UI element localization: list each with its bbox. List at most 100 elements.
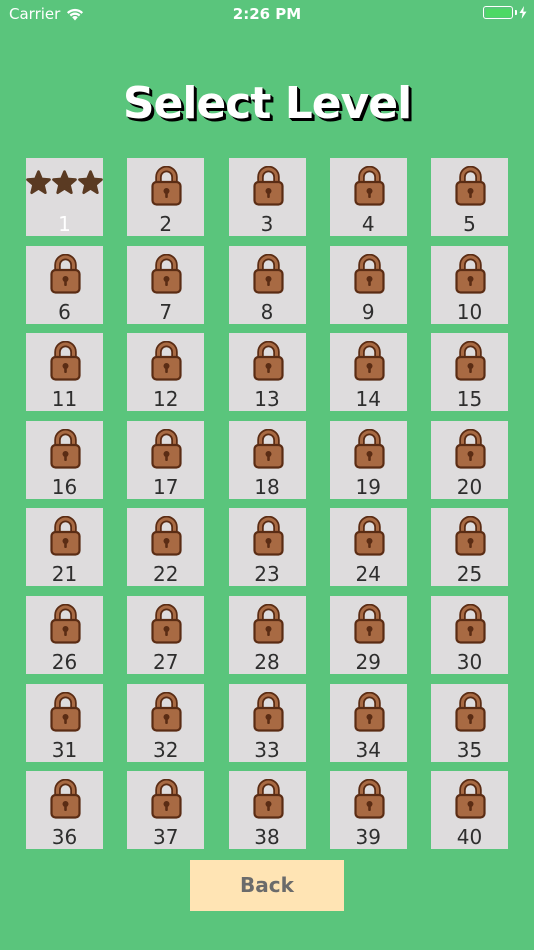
lock-icon (455, 603, 486, 644)
level-tile-8[interactable]: 8 (228, 245, 306, 324)
level-grid: 1 2 3 4 5 6 7 8 9 10 11 12 13 14 15 16 17 18 19 20 21 22 23 24 2… (26, 158, 508, 850)
lock-icon (50, 603, 81, 644)
level-tile-11[interactable]: 11 (26, 333, 103, 412)
level-tile-7[interactable]: 7 (127, 245, 205, 324)
level-tile-10[interactable]: 10 (431, 245, 508, 324)
level-tile-31[interactable]: 31 (26, 683, 103, 762)
lock-icon (151, 341, 182, 381)
lock-icon (252, 603, 284, 644)
level-number: 7 (159, 299, 173, 324)
level-tile-6[interactable]: 6 (26, 245, 103, 324)
lock-icon (354, 516, 385, 556)
level-tile-29[interactable]: 29 (329, 595, 407, 674)
battery-icon (483, 6, 513, 19)
level-tile-38[interactable]: 38 (228, 771, 306, 850)
level-number: 33 (254, 737, 280, 762)
level-number: 8 (260, 299, 274, 324)
lock-icon (151, 691, 182, 732)
level-tile-35[interactable]: 35 (431, 683, 508, 762)
level-number: 15 (456, 387, 483, 412)
level-tile-16[interactable]: 16 (26, 420, 103, 499)
level-tile-22[interactable]: 22 (127, 508, 205, 587)
level-number: 11 (51, 387, 78, 412)
level-tile-1[interactable]: 1 (26, 158, 103, 236)
lock-icon (252, 428, 284, 469)
level-tile-4[interactable]: 4 (329, 158, 407, 236)
charging-bolt-icon (519, 6, 527, 19)
lock-icon (151, 253, 182, 294)
level-number: 30 (456, 649, 483, 674)
level-number: 18 (254, 474, 280, 499)
level-tile-15[interactable]: 15 (431, 333, 508, 412)
level-number: 1 (58, 212, 71, 236)
lock-icon (354, 428, 385, 469)
lock-icon (50, 253, 81, 294)
level-tile-27[interactable]: 27 (127, 595, 205, 674)
back-button[interactable]: Back (190, 860, 344, 911)
level-number: 2 (159, 212, 173, 236)
level-number: 9 (361, 299, 375, 324)
level-tile-30[interactable]: 30 (431, 595, 508, 674)
lock-icon (455, 341, 486, 381)
lock-icon (50, 341, 81, 381)
level-tile-21[interactable]: 21 (26, 508, 103, 587)
level-tile-5[interactable]: 5 (431, 158, 508, 236)
level-number: 34 (355, 737, 381, 762)
lock-icon (151, 603, 182, 644)
lock-icon (252, 779, 284, 819)
level-number: 29 (355, 649, 381, 674)
lock-icon (50, 428, 81, 469)
level-tile-40[interactable]: 40 (431, 771, 508, 850)
level-number: 31 (51, 737, 78, 762)
level-number: 5 (463, 212, 476, 236)
level-tile-3[interactable]: 3 (228, 158, 306, 236)
lock-icon (252, 516, 284, 556)
lock-icon (455, 779, 486, 819)
star-icon (52, 170, 77, 195)
level-tile-17[interactable]: 17 (127, 420, 205, 499)
level-tile-25[interactable]: 25 (431, 508, 508, 587)
level-tile-2[interactable]: 2 (127, 158, 205, 236)
level-tile-33[interactable]: 33 (228, 683, 306, 762)
lock-icon (354, 779, 385, 819)
level-tile-24[interactable]: 24 (329, 508, 407, 587)
level-number: 40 (456, 825, 483, 850)
lock-icon (151, 516, 182, 556)
level-tile-9[interactable]: 9 (329, 245, 407, 324)
level-tile-19[interactable]: 19 (329, 420, 407, 499)
level-number: 21 (51, 562, 78, 587)
level-number: 38 (254, 825, 280, 850)
level-number: 14 (355, 387, 381, 412)
level-tile-12[interactable]: 12 (127, 333, 205, 412)
lock-icon (354, 253, 385, 294)
lock-icon (50, 691, 81, 732)
lock-icon (252, 691, 284, 732)
level-tile-36[interactable]: 36 (26, 771, 103, 850)
level-number: 10 (456, 299, 483, 324)
battery-indicator (483, 6, 527, 19)
lock-icon (455, 253, 486, 294)
level-number: 35 (456, 737, 483, 762)
lock-icon (354, 341, 385, 381)
lock-icon (354, 603, 385, 644)
level-tile-39[interactable]: 39 (329, 771, 407, 850)
level-tile-20[interactable]: 20 (431, 420, 508, 499)
level-number: 6 (58, 299, 71, 324)
level-tile-18[interactable]: 18 (228, 420, 306, 499)
level-tile-34[interactable]: 34 (329, 683, 407, 762)
level-number: 36 (51, 825, 78, 850)
level-number: 22 (153, 562, 179, 587)
status-time: 2:26 PM (232, 5, 302, 23)
level-tile-37[interactable]: 37 (127, 771, 205, 850)
battery-tip (515, 10, 517, 15)
lock-icon (455, 166, 486, 206)
level-tile-13[interactable]: 13 (228, 333, 306, 412)
level-tile-28[interactable]: 28 (228, 595, 306, 674)
level-number: 16 (51, 474, 78, 499)
level-tile-32[interactable]: 32 (127, 683, 205, 762)
level-number: 26 (51, 649, 78, 674)
level-tile-26[interactable]: 26 (26, 595, 103, 674)
level-tile-14[interactable]: 14 (329, 333, 407, 412)
level-number: 20 (456, 474, 483, 499)
level-tile-23[interactable]: 23 (228, 508, 306, 587)
